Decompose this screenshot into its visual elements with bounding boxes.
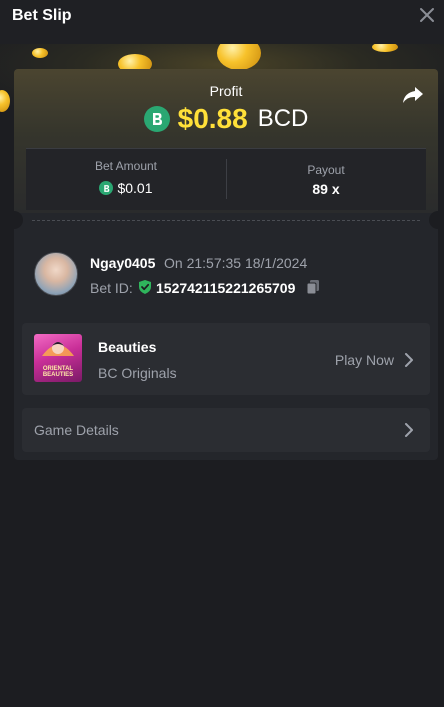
game-details-label: Game Details xyxy=(34,422,119,438)
username[interactable]: Ngay0405 xyxy=(90,255,155,271)
payout-value: 89 x xyxy=(312,181,340,197)
bet-amount-value-row: $0.01 xyxy=(26,180,226,196)
bet-user-info: Ngay0405 On 21:57:35 18/1/2024 Bet ID: 1… xyxy=(34,252,414,298)
game-link-row[interactable]: ORIENTAL BEAUTIES Beauties BC Originals … xyxy=(22,323,430,395)
game-thumbnail: ORIENTAL BEAUTIES xyxy=(34,334,82,382)
share-icon[interactable] xyxy=(402,85,424,105)
copy-icon[interactable] xyxy=(306,279,320,295)
payout-label: Payout xyxy=(307,163,345,177)
profit-row: $0.88 BCD xyxy=(14,103,438,135)
bet-amount-label: Bet Amount xyxy=(94,159,158,173)
bet-amount-stat: Bet Amount $0.01 xyxy=(26,149,226,211)
chevron-right-icon xyxy=(405,353,413,367)
bet-id-value: 152742115221265709 xyxy=(156,280,296,296)
game-provider: BC Originals xyxy=(98,365,177,381)
bet-stats: Bet Amount $0.01 Payout 89 x xyxy=(26,148,426,210)
bc-coin-icon xyxy=(99,181,114,195)
bet-amount-value: $0.01 xyxy=(117,180,153,196)
bet-timestamp: On 21:57:35 18/1/2024 xyxy=(164,255,308,271)
game-title: Beauties xyxy=(98,339,157,355)
game-details-row[interactable]: Game Details xyxy=(22,408,430,452)
bet-slip-card: Profit $0.88 BCD Bet Amount $0.01 Payout… xyxy=(14,69,438,460)
profit-label: Profit xyxy=(209,83,243,99)
game-thumbnail-text: ORIENTAL BEAUTIES xyxy=(42,366,74,378)
chevron-right-icon xyxy=(405,423,413,437)
profit-currency: BCD xyxy=(257,105,309,132)
close-icon[interactable] xyxy=(419,7,435,23)
avatar[interactable] xyxy=(34,252,78,296)
profit-amount: $0.88 xyxy=(177,103,248,134)
ticket-divider xyxy=(32,220,420,221)
bc-coin-icon xyxy=(143,106,170,132)
play-now-button[interactable]: Play Now xyxy=(335,352,394,368)
verified-shield-icon xyxy=(139,280,151,294)
payout-stat: Payout 89 x xyxy=(226,149,426,211)
profit-panel: Profit $0.88 BCD Bet Amount $0.01 Payout… xyxy=(14,69,438,213)
ticket-notch-right xyxy=(429,211,438,229)
ticket-notch-left xyxy=(14,211,23,229)
header-bar: Bet Slip xyxy=(0,0,444,44)
bet-id-label: Bet ID: xyxy=(90,280,133,296)
page-title: Bet Slip xyxy=(12,7,72,24)
